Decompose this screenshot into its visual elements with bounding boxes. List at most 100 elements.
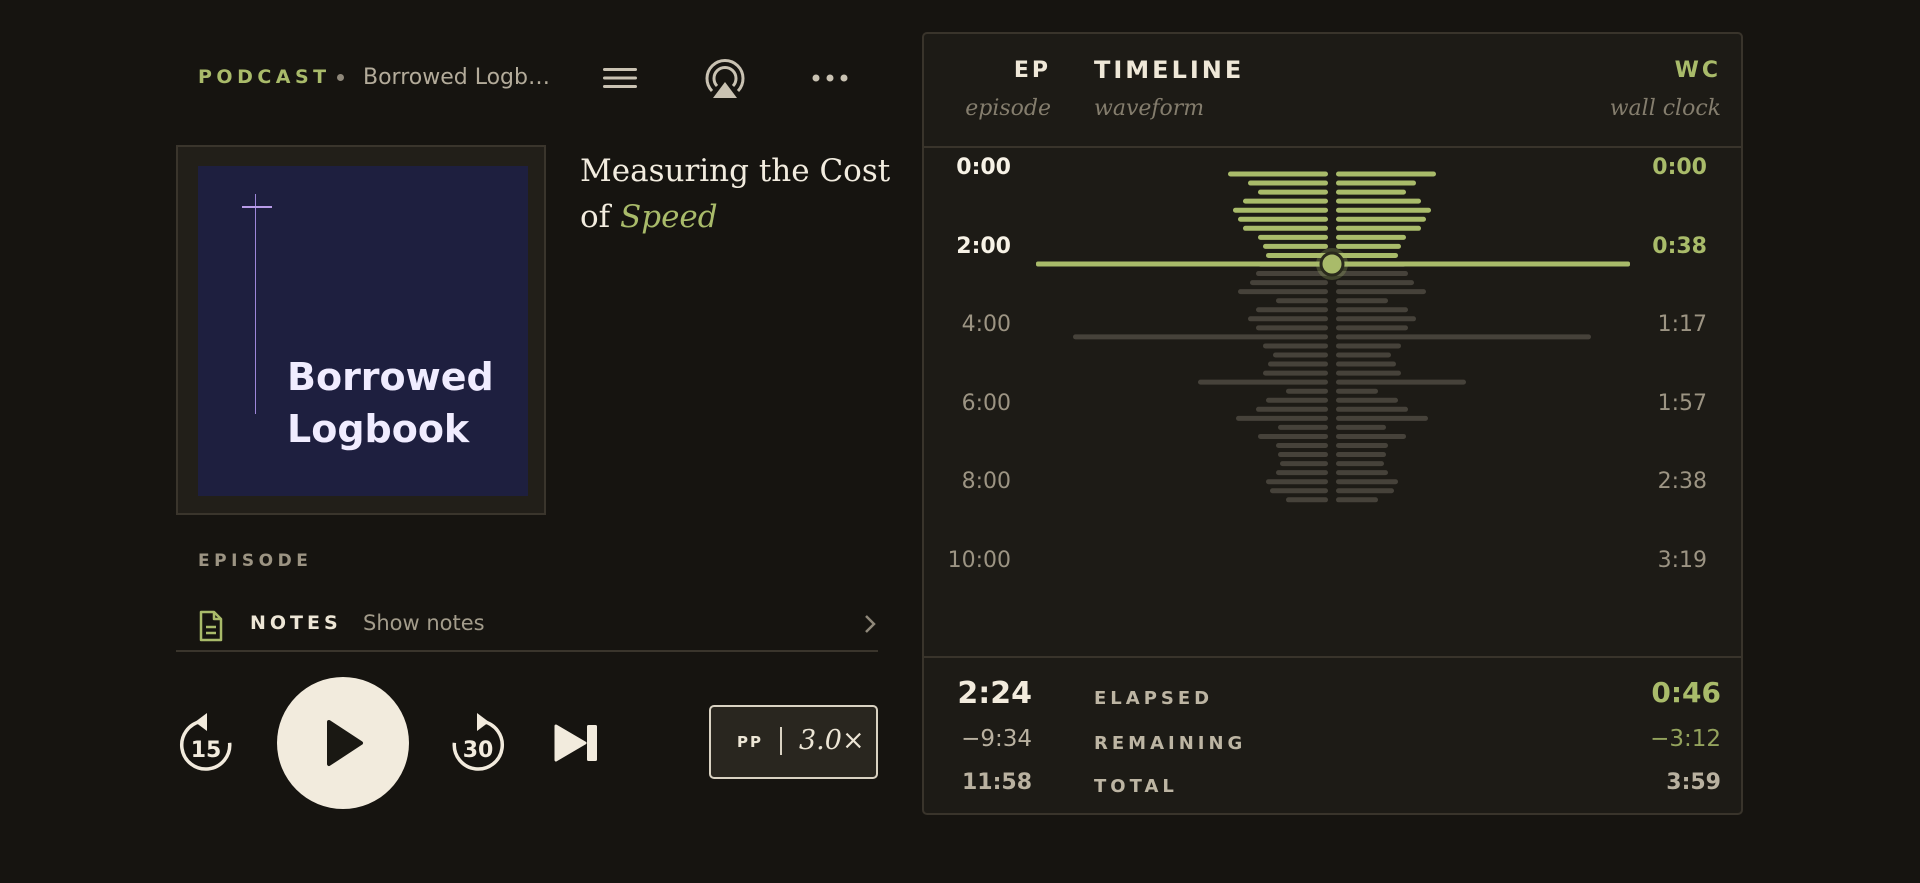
wall-clock-tick-label: 0:38 bbox=[1652, 233, 1707, 259]
wall-clock-tick-label: 1:17 bbox=[1657, 312, 1707, 337]
elapsed-episode: 2:24 bbox=[957, 676, 1032, 711]
waveform-bar bbox=[1336, 488, 1394, 494]
waveform-bar bbox=[1336, 189, 1406, 195]
more-horizontal-icon bbox=[812, 74, 848, 82]
wc-column-label: WC bbox=[1674, 58, 1721, 83]
waveform-bar bbox=[1073, 334, 1328, 340]
play-button[interactable] bbox=[277, 677, 409, 809]
play-icon bbox=[327, 720, 363, 766]
waveform-bar bbox=[1336, 433, 1406, 439]
waveform-bar bbox=[1276, 443, 1328, 448]
waveform-bar bbox=[1238, 289, 1328, 295]
skip-next-button[interactable] bbox=[553, 723, 601, 763]
waveform-bar bbox=[1248, 316, 1328, 322]
artwork-cross-mark bbox=[242, 206, 272, 208]
episode-tick-label: 10:00 bbox=[947, 547, 1011, 573]
total-wall-clock: 3:59 bbox=[1666, 770, 1721, 795]
elapsed-label: ELAPSED bbox=[1094, 688, 1214, 709]
waveform-bar bbox=[1198, 379, 1328, 385]
waveform-bar bbox=[1336, 216, 1426, 222]
waveform-bar bbox=[1336, 415, 1428, 421]
waveform-bar bbox=[1286, 497, 1328, 503]
artwork-vertical-rule bbox=[255, 194, 256, 414]
waveform-bar bbox=[1336, 198, 1421, 204]
rewind-15-button[interactable]: 15 bbox=[178, 712, 234, 774]
show-name-link[interactable]: Borrowed Logb… bbox=[363, 65, 553, 90]
waveform-bar bbox=[1278, 424, 1328, 430]
timeline-subtitle: waveform bbox=[1094, 96, 1205, 121]
remaining-wall-clock: −3:12 bbox=[1650, 726, 1721, 752]
waveform-bar bbox=[1336, 171, 1436, 177]
wall-clock-tick-label: 0:00 bbox=[1652, 155, 1707, 180]
waveform-bar bbox=[1336, 307, 1408, 313]
playhead-handle[interactable] bbox=[1319, 251, 1345, 277]
rewind-seconds: 15 bbox=[191, 738, 222, 763]
remaining-episode: −9:34 bbox=[961, 726, 1032, 752]
waveform-bar bbox=[1336, 424, 1386, 430]
remaining-label: REMAINING bbox=[1094, 733, 1247, 754]
menu-button[interactable] bbox=[598, 62, 642, 94]
episode-title-accent: Speed bbox=[620, 199, 718, 235]
waveform-bar bbox=[1236, 415, 1328, 421]
speed-value: 3.0× bbox=[799, 725, 865, 756]
more-button[interactable] bbox=[808, 68, 852, 88]
waveform-bar bbox=[1336, 352, 1391, 358]
show-notes-row[interactable]: NOTES Show notes bbox=[176, 598, 878, 652]
artwork-title-line1: Borrowed bbox=[287, 355, 494, 399]
ep-column-label: EP bbox=[1013, 58, 1051, 83]
episode-section-label: EPISODE bbox=[198, 551, 313, 571]
waveform-bar bbox=[1228, 171, 1328, 177]
total-label: TOTAL bbox=[1094, 776, 1178, 797]
wall-clock-tick-label: 3:19 bbox=[1657, 547, 1707, 573]
waveform-bar bbox=[1336, 271, 1408, 277]
forward-icon: 30 bbox=[452, 713, 504, 771]
waveform-bar bbox=[1336, 406, 1408, 412]
waveform-bar bbox=[1258, 433, 1328, 439]
hamburger-menu-icon bbox=[603, 68, 637, 88]
waveform-bar bbox=[1336, 397, 1398, 403]
waveform-bar bbox=[1250, 280, 1328, 286]
waveform-bar bbox=[1278, 452, 1328, 458]
waveform-bar bbox=[1258, 189, 1328, 195]
waveform-bar bbox=[1243, 198, 1328, 204]
waveform-bar bbox=[1336, 280, 1414, 286]
wall-clock-tick-label: 2:38 bbox=[1657, 469, 1707, 494]
waveform-bar bbox=[1263, 343, 1328, 349]
waveform-bar bbox=[1263, 370, 1328, 376]
waveform-bar bbox=[1238, 216, 1328, 222]
artwork-title: Borrowed Logbook bbox=[287, 351, 494, 455]
document-icon bbox=[198, 610, 224, 646]
waveform-bar bbox=[1336, 325, 1408, 331]
rewind-icon: 15 bbox=[180, 713, 232, 771]
skip-next-icon bbox=[554, 724, 597, 762]
airplay-button[interactable] bbox=[700, 56, 750, 102]
episode-tick-label: 2:00 bbox=[956, 233, 1011, 259]
speed-prefix: PP bbox=[737, 733, 763, 751]
episode-tick-label: 0:00 bbox=[956, 155, 1011, 180]
waveform-area[interactable]: 0:00 0:00 2:00 0:38 4:00 1:17 6:00 1:57 8:00 2:38… bbox=[924, 148, 1741, 688]
waveform-bar bbox=[1336, 388, 1378, 394]
chevron-right-icon bbox=[864, 614, 876, 638]
waveform-svg[interactable] bbox=[924, 148, 1741, 656]
timeline-title: TIMELINE bbox=[1094, 56, 1245, 84]
waveform-bar bbox=[1336, 343, 1401, 349]
notes-label: NOTES bbox=[250, 612, 342, 634]
podcast-label: PODCAST bbox=[198, 66, 331, 88]
waveform-bar bbox=[1336, 497, 1378, 503]
waveform-bar bbox=[1263, 243, 1328, 249]
waveform-bar bbox=[1256, 406, 1328, 412]
waveform-bar bbox=[1336, 289, 1426, 295]
forward-30-button[interactable]: 30 bbox=[450, 712, 506, 774]
waveform-bar bbox=[1336, 234, 1406, 240]
waveform-bar bbox=[1336, 479, 1398, 485]
timeline-panel: EP episode TIMELINE waveform WC wall clo… bbox=[922, 32, 1743, 815]
waveform-bar bbox=[1336, 298, 1388, 304]
timeline-header: EP episode TIMELINE waveform WC wall clo… bbox=[924, 34, 1741, 148]
waveform-bar bbox=[1268, 361, 1328, 367]
speed-separator bbox=[780, 727, 782, 755]
waveform-bar bbox=[1336, 334, 1591, 340]
waveform-bar bbox=[1276, 470, 1328, 476]
playback-speed-button[interactable]: PP 3.0× bbox=[709, 705, 878, 779]
waveform-bar bbox=[1273, 352, 1328, 358]
separator-dot bbox=[337, 74, 344, 81]
